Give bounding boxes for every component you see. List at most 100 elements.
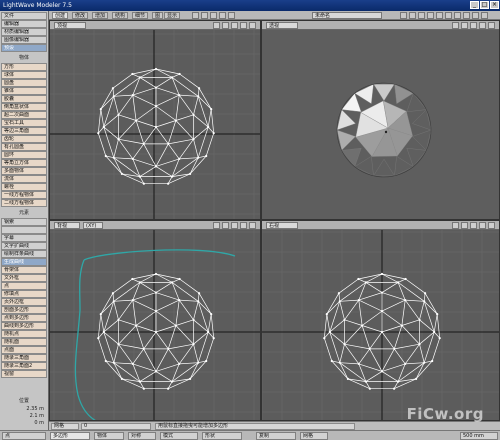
tab-multiply[interactable]: 增加	[92, 12, 109, 19]
create-tool-13[interactable]: 多面物体	[1, 167, 47, 175]
viewport-back[interactable]: 背视 (XY)	[49, 220, 261, 421]
minimize-icon[interactable]: _	[470, 1, 479, 9]
layer-dropdown[interactable]: 未命名	[312, 12, 382, 19]
create-tool-1[interactable]: 球体	[1, 71, 47, 79]
tab-detail[interactable]: 细节	[132, 12, 149, 19]
element-tool-12[interactable]: 点到多边形	[1, 314, 47, 322]
viewport-fit-icon[interactable]	[479, 222, 486, 229]
create-tool-8[interactable]: 等边三角面	[1, 127, 47, 135]
element-tool-15[interactable]: 随机面	[1, 338, 47, 346]
create-tool-15[interactable]: 螺栓	[1, 183, 47, 191]
viewport-move-icon[interactable]	[452, 22, 459, 29]
element-tool-3[interactable]: 文字扩曲线	[1, 242, 47, 250]
create-tool-9[interactable]: 齿轮	[1, 135, 47, 143]
bottom-button-4[interactable]: 模式	[160, 432, 198, 440]
element-tool-1[interactable]	[1, 226, 47, 234]
element-tool-8[interactable]: 点	[1, 282, 47, 290]
create-tool-16[interactable]: 一线方程物体	[1, 191, 47, 199]
close-icon[interactable]: ×	[490, 1, 499, 9]
create-tool-3[interactable]: 锥体	[1, 87, 47, 95]
element-tool-11[interactable]: 剖面多边形	[1, 306, 47, 314]
viewport-maximize-icon[interactable]	[488, 22, 495, 29]
viewport-move-icon[interactable]	[213, 22, 220, 29]
viewport-top[interactable]: 顶视	[49, 20, 261, 220]
create-tool-5[interactable]: 倒角盒状体	[1, 103, 47, 111]
viewport-axis-dropdown[interactable]: (XY)	[83, 222, 103, 229]
right-view-canvas[interactable]	[262, 230, 500, 421]
toolbar-button[interactable]	[192, 12, 199, 19]
create-tool-17[interactable]: 二线方程物体	[1, 199, 47, 207]
viewport-view-dropdown[interactable]: 右视	[266, 222, 298, 229]
menu-item-2[interactable]: 材质编辑器	[1, 28, 47, 36]
element-tool-14[interactable]: 随机点	[1, 330, 47, 338]
bottom-button-6[interactable]: 复制	[256, 432, 296, 440]
create-tool-6[interactable]: 超二次曲面	[1, 111, 47, 119]
tab-view[interactable]: 显示	[164, 12, 181, 19]
viewport-zoom-icon[interactable]	[470, 22, 477, 29]
create-tool-0[interactable]: 方形	[1, 63, 47, 71]
layer-toggle[interactable]	[454, 12, 461, 19]
perspective-canvas[interactable]	[262, 30, 500, 220]
maximize-icon[interactable]: □	[480, 1, 489, 9]
tab-construct[interactable]: 结构	[112, 12, 129, 19]
layer-toggle[interactable]	[463, 12, 470, 19]
element-tool-10[interactable]: 页外边框	[1, 298, 47, 306]
element-tool-5[interactable]: 生成曲线	[1, 258, 47, 266]
menu-item-3[interactable]: 图像编辑器	[1, 36, 47, 44]
element-tool-0[interactable]: 钢索	[1, 218, 47, 226]
layer-toggle[interactable]	[400, 12, 407, 19]
element-tool-7[interactable]: 文外框	[1, 274, 47, 282]
bottom-button-3[interactable]: 对称	[128, 432, 156, 440]
viewport-zoom-icon[interactable]	[470, 222, 477, 229]
bottom-button-5[interactable]: 形状	[202, 432, 242, 440]
layer-toggle[interactable]	[436, 12, 443, 19]
element-tool-2[interactable]: 字幕	[1, 234, 47, 242]
element-tool-13[interactable]: 曲线到多边形	[1, 322, 47, 330]
viewport-rotate-icon[interactable]	[461, 222, 468, 229]
viewport-rotate-icon[interactable]	[461, 22, 468, 29]
menu-item-0[interactable]: 文件	[1, 12, 47, 20]
viewport-move-icon[interactable]	[213, 222, 220, 229]
viewport-rotate-icon[interactable]	[222, 222, 229, 229]
create-tool-11[interactable]: 圆环	[1, 151, 47, 159]
create-tool-14[interactable]: 流体	[1, 175, 47, 183]
viewport-rotate-icon[interactable]	[222, 22, 229, 29]
menu-item-1[interactable]: 编辑器	[1, 20, 47, 28]
viewport-move-icon[interactable]	[452, 222, 459, 229]
layer-toggle[interactable]	[409, 12, 416, 19]
bottom-button-7[interactable]: 网格	[300, 432, 328, 440]
back-view-canvas[interactable]	[50, 230, 261, 421]
top-view-canvas[interactable]	[50, 30, 261, 220]
toolbar-button[interactable]	[210, 12, 217, 19]
layer-toggle[interactable]	[427, 12, 434, 19]
toolbar-button[interactable]	[219, 12, 226, 19]
element-tool-19[interactable]: 视窗	[1, 370, 47, 378]
layer-toggle[interactable]	[481, 12, 488, 19]
viewport-view-dropdown[interactable]: 透视	[266, 22, 298, 29]
viewport-view-dropdown[interactable]: 背视	[54, 222, 80, 229]
toolbar-button[interactable]	[201, 12, 208, 19]
toolbar-button[interactable]	[228, 12, 235, 19]
element-tool-16[interactable]: 点面	[1, 346, 47, 354]
bottom-button-2[interactable]: 物体	[94, 432, 124, 440]
element-tool-6[interactable]: 骨架体	[1, 266, 47, 274]
viewport-zoom-icon[interactable]	[231, 22, 238, 29]
viewport-view-dropdown[interactable]: 顶视	[54, 22, 86, 29]
layer-toggle[interactable]	[445, 12, 452, 19]
viewport-perspective[interactable]: 透视	[261, 20, 500, 220]
viewport-maximize-icon[interactable]	[249, 222, 256, 229]
create-tool-4[interactable]: 胶囊	[1, 95, 47, 103]
viewport-right[interactable]: 右视	[261, 220, 500, 421]
viewport-fit-icon[interactable]	[240, 22, 247, 29]
menu-item-4[interactable]: 预设	[1, 44, 47, 52]
tab-map[interactable]: 图	[152, 12, 164, 19]
viewport-maximize-icon[interactable]	[488, 222, 495, 229]
element-tool-4[interactable]: 绘制样条曲线	[1, 250, 47, 258]
element-tool-18[interactable]: 随录三角面2	[1, 362, 47, 370]
layer-toggle[interactable]	[472, 12, 479, 19]
viewport-maximize-icon[interactable]	[249, 22, 256, 29]
layer-toggle[interactable]	[418, 12, 425, 19]
element-tool-17[interactable]: 随录三角面	[1, 354, 47, 362]
viewport-fit-icon[interactable]	[479, 22, 486, 29]
create-tool-2[interactable]: 圆盘	[1, 79, 47, 87]
